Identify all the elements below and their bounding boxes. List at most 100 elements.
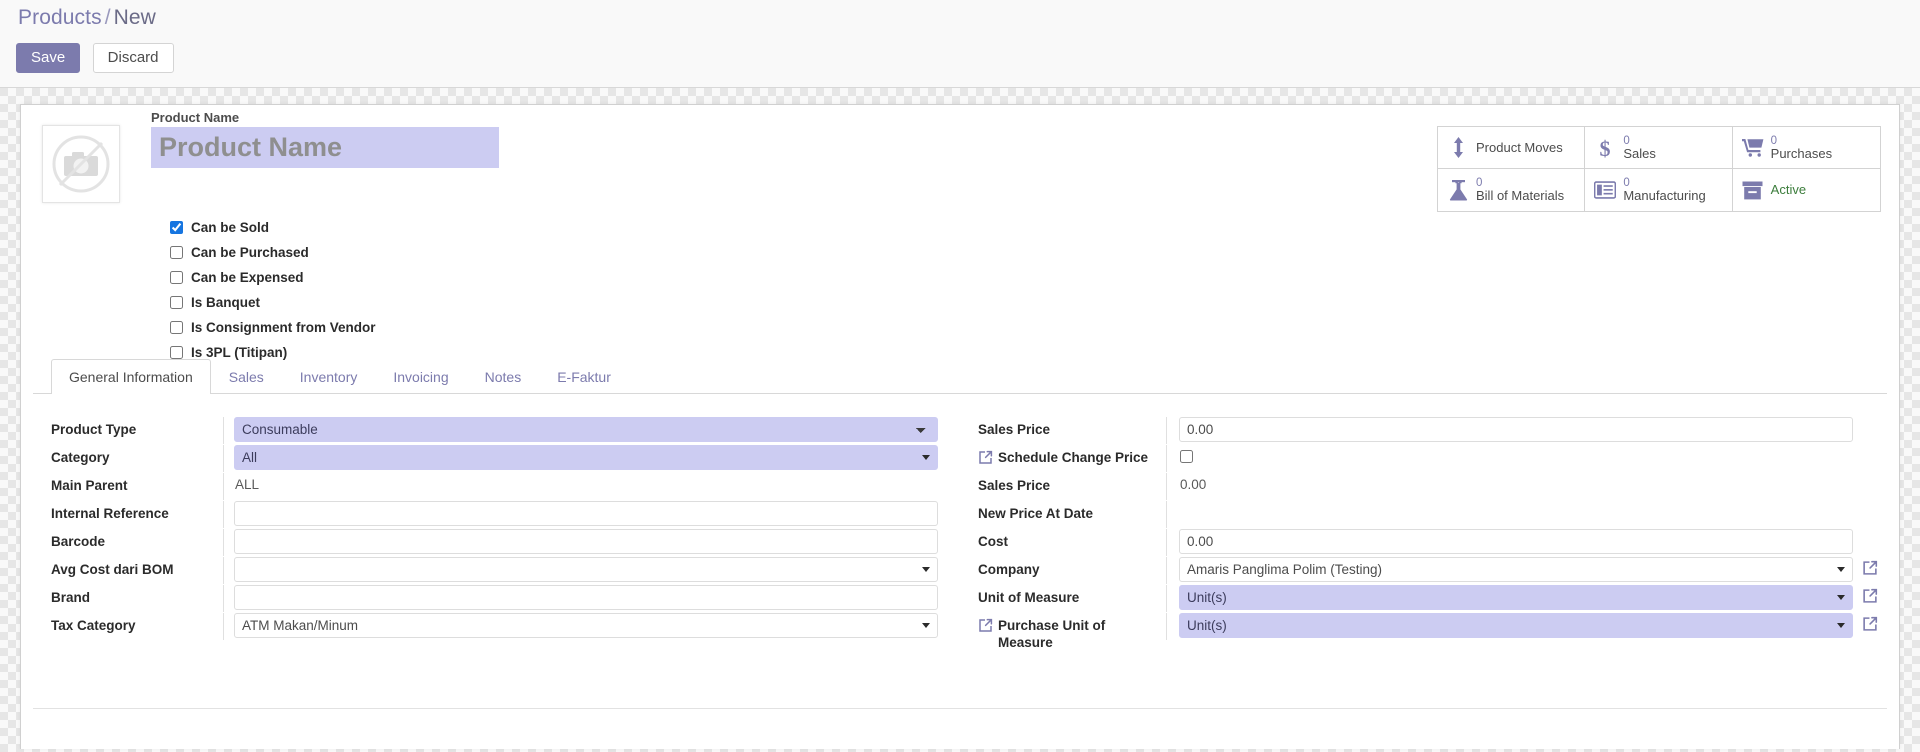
can-be-purchased-checkbox[interactable] [170,246,183,259]
field-value-cell [223,613,938,640]
sales-price-readonly-label: Sales Price [978,478,1051,493]
main-parent-value: ALL [235,477,260,492]
field-value-cell [223,529,938,556]
checkbox-row-is-banquet[interactable]: Is Banquet [151,290,376,315]
barcode-input[interactable] [234,529,938,554]
field-row-purchase-unit-of-measure: Purchase Unit of Measure [978,613,1887,652]
company-external-link-icon[interactable] [1862,560,1878,581]
stat-button-bill-of-materials[interactable]: 0 Bill of Materials [1438,169,1586,211]
unit-of-measure-external-link-icon[interactable] [1862,588,1878,609]
external-link-icon[interactable] [978,450,993,470]
purchase-unit-of-measure-external-link-icon[interactable] [1862,616,1878,637]
checkbox-row-can-be-sold[interactable]: Can be Sold [151,215,376,240]
field-label-cell: Category [33,445,223,466]
field-row-cost: Cost [978,529,1887,556]
stat-value: 0 [1623,134,1630,147]
sales-price-input[interactable] [1179,417,1853,442]
breadcrumb-current: New [113,6,156,29]
tab-sales[interactable]: Sales [211,359,282,394]
can-be-sold-label: Can be Sold [191,220,270,235]
field-value-cell: 0.00 [1166,473,1853,500]
field-row-main-parent: Main Parent ALL [33,473,938,500]
stat-label: Sales [1623,145,1656,161]
field-label-cell: Avg Cost dari BOM [33,557,223,578]
tab-general-information[interactable]: General Information [51,359,211,394]
field-value-cell [1166,557,1853,584]
product-type-label: Product Type [51,422,137,437]
unit-of-measure-input[interactable] [1179,585,1853,610]
purchase-unit-of-measure-label: Purchase Unit of Measure [998,618,1106,651]
stat-button-sales[interactable]: $ 0 Sales [1585,127,1733,169]
row-external-slot [1853,501,1887,504]
product-name-group: Product Name [151,110,511,168]
breadcrumb-root[interactable]: Products [18,6,102,29]
checkbox-row-is-consignment-from-vendor[interactable]: Is Consignment from Vendor [151,315,376,340]
is-banquet-checkbox[interactable] [170,296,183,309]
schedule-change-price-label: Schedule Change Price [998,450,1149,465]
schedule-change-price-checkbox[interactable] [1180,450,1193,463]
stat-button-purchases[interactable]: 0 Purchases [1732,127,1880,169]
field-row-barcode: Barcode [33,529,938,556]
arrows-vertical-icon [1447,137,1469,159]
stat-button-product-moves[interactable]: Product Moves [1438,127,1586,169]
field-value-cell [223,445,938,472]
stat-button-manufacturing[interactable]: 0 Manufacturing [1585,169,1733,211]
can-be-purchased-label: Can be Purchased [191,245,309,260]
external-link-icon[interactable] [978,618,993,638]
row-external-slot [1853,557,1887,581]
row-external-slot [1853,445,1887,448]
save-button[interactable]: Save [16,43,81,74]
row-external-slot [1853,529,1887,532]
field-label-cell: Sales Price [978,473,1166,494]
dollar-icon: $ [1594,137,1616,159]
avg-cost-dari-bom-input[interactable] [234,557,938,582]
product-type-select[interactable]: Consumable [234,417,938,442]
product-image-field[interactable] [42,125,120,203]
can-be-sold-checkbox[interactable] [170,221,183,234]
field-row-schedule-change-price: Schedule Change Price [978,445,1887,472]
stat-label: Product Moves [1476,139,1563,155]
product-name-label: Product Name [151,110,240,125]
checkbox-row-can-be-purchased[interactable]: Can be Purchased [151,240,376,265]
stat-text: 0 Manufacturing [1623,177,1705,203]
field-label-cell: Company [978,557,1166,578]
purchase-unit-of-measure-input[interactable] [1179,613,1853,638]
field-label-cell: Schedule Change Price [978,445,1166,470]
internal-reference-input[interactable] [234,501,938,526]
company-input[interactable] [1179,557,1853,582]
field-row-company: Company [978,557,1887,584]
category-input[interactable] [234,445,938,470]
unit-of-measure-label: Unit of Measure [978,590,1080,605]
field-value-cell [223,501,938,528]
left-field-column: Product Type Consumable Category All Mai… [33,405,960,653]
tab-e-faktur[interactable]: E-Faktur [539,359,629,394]
stat-text: 0 Bill of Materials [1476,177,1564,203]
no-camera-icon [52,135,110,193]
stat-button-active[interactable]: Active [1733,169,1880,211]
can-be-expensed-label: Can be Expensed [191,270,304,285]
field-row-product-type: Product Type Consumable [33,417,938,444]
brand-input[interactable] [234,585,938,610]
shopping-cart-icon [1741,137,1764,159]
product-name-input[interactable] [151,127,499,168]
can-be-expensed-checkbox[interactable] [170,271,183,284]
cost-input[interactable] [1179,529,1853,554]
field-label-cell: Sales Price [978,417,1166,438]
stat-label: Purchases [1770,145,1833,161]
stat-text: 0 Sales [1623,135,1656,161]
barcode-label: Barcode [51,534,106,549]
field-label-cell: Internal Reference [33,501,223,522]
discard-button[interactable]: Discard [92,43,174,74]
stat-value: 0 [1770,134,1778,147]
tax-category-input[interactable] [234,613,938,638]
checkbox-row-can-be-expensed[interactable]: Can be Expensed [151,265,376,290]
tab-inventory[interactable]: Inventory [282,359,376,394]
breadcrumb-separator: / [104,6,111,29]
tab-notes[interactable]: Notes [467,359,540,394]
is-3pl-titipan-checkbox[interactable] [170,346,183,359]
field-value-cell: Consumable [223,417,938,444]
list-card-icon [1594,179,1617,201]
is-consignment-from-vendor-checkbox[interactable] [170,321,183,334]
sheet-divider [33,708,1887,709]
tab-invoicing[interactable]: Invoicing [375,359,466,394]
